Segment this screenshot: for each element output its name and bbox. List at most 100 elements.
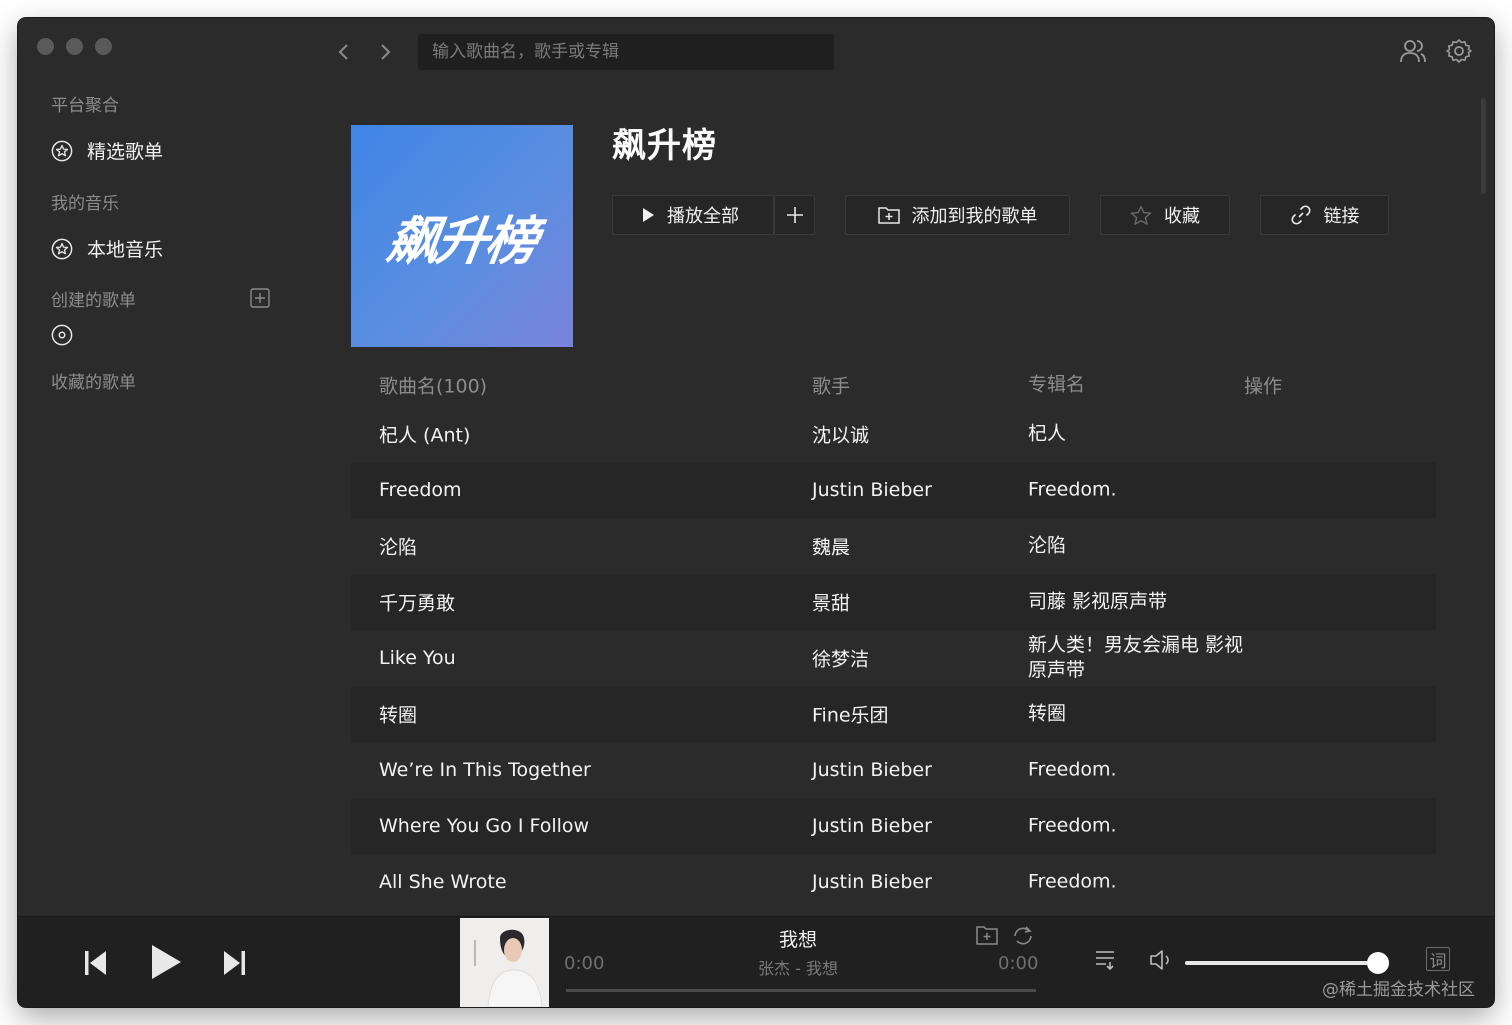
app-window: 平台聚合 精选歌单 我的音乐 本地音乐 创建的歌单 收藏的歌单 飙升榜 飙升榜 … bbox=[18, 18, 1494, 1007]
song-artist[interactable]: Justin Bieber bbox=[812, 479, 932, 501]
favorite-button[interactable]: 收藏 bbox=[1100, 195, 1230, 235]
song-album[interactable]: 沦陷 bbox=[1028, 534, 1258, 559]
table-row[interactable]: Like You 徐梦洁 新人类！男友会漏电 影视原声带 bbox=[351, 630, 1436, 686]
song-title: 千万勇敢 bbox=[379, 592, 456, 615]
playlist-cover: 飙升榜 bbox=[351, 125, 573, 347]
col-actions-header: 操作 bbox=[1244, 375, 1283, 398]
play-all-button[interactable]: 播放全部 bbox=[612, 195, 774, 235]
play-button[interactable] bbox=[150, 944, 182, 980]
now-playing-album-art[interactable] bbox=[460, 918, 549, 1007]
col-song-header[interactable]: 歌曲名(100) bbox=[379, 372, 487, 399]
sidebar-item-local-music[interactable]: 本地音乐 bbox=[51, 235, 163, 262]
user-button[interactable] bbox=[1398, 36, 1428, 66]
settings-button[interactable] bbox=[1444, 36, 1474, 66]
song-artist[interactable]: Justin Bieber bbox=[812, 815, 932, 837]
settings-icon bbox=[1446, 39, 1472, 63]
zoom-window-button[interactable] bbox=[95, 38, 112, 55]
time-current: 0:00 bbox=[564, 953, 605, 974]
next-button[interactable] bbox=[222, 950, 246, 976]
sidebar-item-created-playlist[interactable] bbox=[51, 324, 73, 346]
sidebar-item-featured[interactable]: 精选歌单 bbox=[51, 137, 163, 164]
link-icon bbox=[1290, 205, 1311, 225]
minimize-window-button[interactable] bbox=[66, 38, 83, 55]
cover-text: 飙升榜 bbox=[383, 211, 539, 272]
section-created-playlists: 创建的歌单 bbox=[51, 291, 136, 311]
song-album[interactable]: Freedom. bbox=[1028, 478, 1258, 503]
section-collected-playlists: 收藏的歌单 bbox=[51, 373, 136, 393]
lyrics-label: 词 bbox=[1429, 951, 1447, 972]
close-window-button[interactable] bbox=[37, 38, 54, 55]
prev-button[interactable] bbox=[84, 950, 108, 976]
add-to-my-playlist-label: 添加到我的歌单 bbox=[911, 206, 1038, 227]
col-album-header[interactable]: 专辑名 bbox=[1028, 373, 1258, 398]
song-title: Freedom bbox=[379, 479, 462, 501]
table-row[interactable]: Freedom Justin Bieber Freedom. bbox=[351, 462, 1436, 518]
table-row[interactable]: All She Wrote Justin Bieber Freedom. bbox=[351, 854, 1436, 910]
lyrics-button[interactable]: 词 bbox=[1426, 947, 1450, 972]
song-album[interactable]: Freedom. bbox=[1028, 814, 1258, 839]
sidebar-item-label: 本地音乐 bbox=[87, 239, 164, 261]
watermark: @稀土掘金技术社区 bbox=[1322, 980, 1475, 1000]
song-album[interactable]: 转圈 bbox=[1028, 702, 1258, 727]
scrollbar[interactable] bbox=[1481, 98, 1486, 194]
volume-slider-handle[interactable] bbox=[1367, 952, 1389, 974]
disc-icon bbox=[51, 324, 73, 346]
song-artist[interactable]: 魏晨 bbox=[812, 533, 850, 560]
star-circle-icon bbox=[51, 140, 73, 161]
song-title: 杞人 (Ant) bbox=[379, 424, 471, 447]
table-row[interactable]: Where You Go I Follow Justin Bieber Free… bbox=[351, 798, 1436, 854]
col-artist-header[interactable]: 歌手 bbox=[812, 372, 850, 399]
add-to-queue-button[interactable] bbox=[774, 195, 815, 235]
song-title: All She Wrote bbox=[379, 871, 507, 893]
folder-add-icon bbox=[877, 207, 900, 224]
song-title: We’re In This Together bbox=[379, 759, 591, 781]
star-circle-icon bbox=[51, 238, 73, 259]
song-album[interactable]: 司藤 影视原声带 bbox=[1028, 590, 1258, 615]
users-icon bbox=[1400, 40, 1426, 63]
table-row[interactable]: We’re In This Together Justin Bieber Fre… bbox=[351, 742, 1436, 798]
repeat-button[interactable] bbox=[1011, 925, 1035, 947]
forward-button[interactable] bbox=[373, 40, 397, 64]
star-icon bbox=[1130, 205, 1152, 225]
favorite-label: 收藏 bbox=[1164, 206, 1200, 227]
song-artist[interactable]: 沈以诚 bbox=[812, 421, 869, 448]
sidebar-item-label: 精选歌单 bbox=[87, 141, 164, 163]
add-playlist-button[interactable] bbox=[250, 288, 270, 308]
table-header: 歌曲名(100) 歌手 专辑名 操作 bbox=[351, 364, 1436, 406]
playlist-queue-button[interactable] bbox=[1094, 949, 1118, 971]
song-artist[interactable]: Fine乐团 bbox=[812, 701, 889, 728]
link-button[interactable]: 链接 bbox=[1260, 195, 1389, 235]
song-album[interactable]: Freedom. bbox=[1028, 758, 1258, 783]
add-to-playlist-button[interactable] bbox=[976, 925, 998, 945]
plus-icon bbox=[786, 207, 803, 223]
table-row[interactable]: 千万勇敢 景甜 司藤 影视原声带 bbox=[351, 574, 1436, 630]
add-to-my-playlist-button[interactable]: 添加到我的歌单 bbox=[845, 195, 1070, 235]
play-all-label: 播放全部 bbox=[667, 206, 739, 227]
volume-button[interactable] bbox=[1149, 949, 1173, 971]
song-title: 沦陷 bbox=[379, 536, 418, 559]
progress-bar[interactable] bbox=[566, 989, 1036, 992]
window-controls bbox=[37, 38, 112, 55]
song-artist[interactable]: Justin Bieber bbox=[812, 871, 932, 893]
table-row[interactable]: 杞人 (Ant) 沈以诚 杞人 bbox=[351, 406, 1436, 462]
song-artist[interactable]: 景甜 bbox=[812, 589, 850, 616]
back-icon bbox=[338, 44, 348, 60]
table-row[interactable]: 沦陷 魏晨 沦陷 bbox=[351, 518, 1436, 574]
song-title: Like You bbox=[379, 647, 456, 669]
search-input[interactable] bbox=[418, 34, 834, 70]
table-row[interactable]: 转圈 Fine乐团 转圈 bbox=[351, 686, 1436, 742]
now-playing-title: 我想 bbox=[778, 929, 817, 951]
page-title: 飙升榜 bbox=[612, 126, 717, 166]
song-album[interactable]: 新人类！男友会漏电 影视原声带 bbox=[1028, 633, 1248, 683]
song-album[interactable]: 杞人 bbox=[1028, 422, 1258, 447]
album-art-image bbox=[460, 918, 549, 1007]
song-artist[interactable]: Justin Bieber bbox=[812, 759, 932, 781]
volume-slider[interactable] bbox=[1185, 961, 1378, 965]
song-artist[interactable]: 徐梦洁 bbox=[812, 645, 869, 672]
song-album[interactable]: Freedom. bbox=[1028, 870, 1258, 895]
time-total: 0:00 bbox=[998, 953, 1039, 974]
player-bar: 0:00 我想 张杰 - 我想 0:00 词 bbox=[18, 916, 1494, 1007]
play-icon bbox=[643, 208, 654, 222]
link-label: 链接 bbox=[1323, 206, 1360, 227]
back-button[interactable] bbox=[332, 40, 356, 64]
